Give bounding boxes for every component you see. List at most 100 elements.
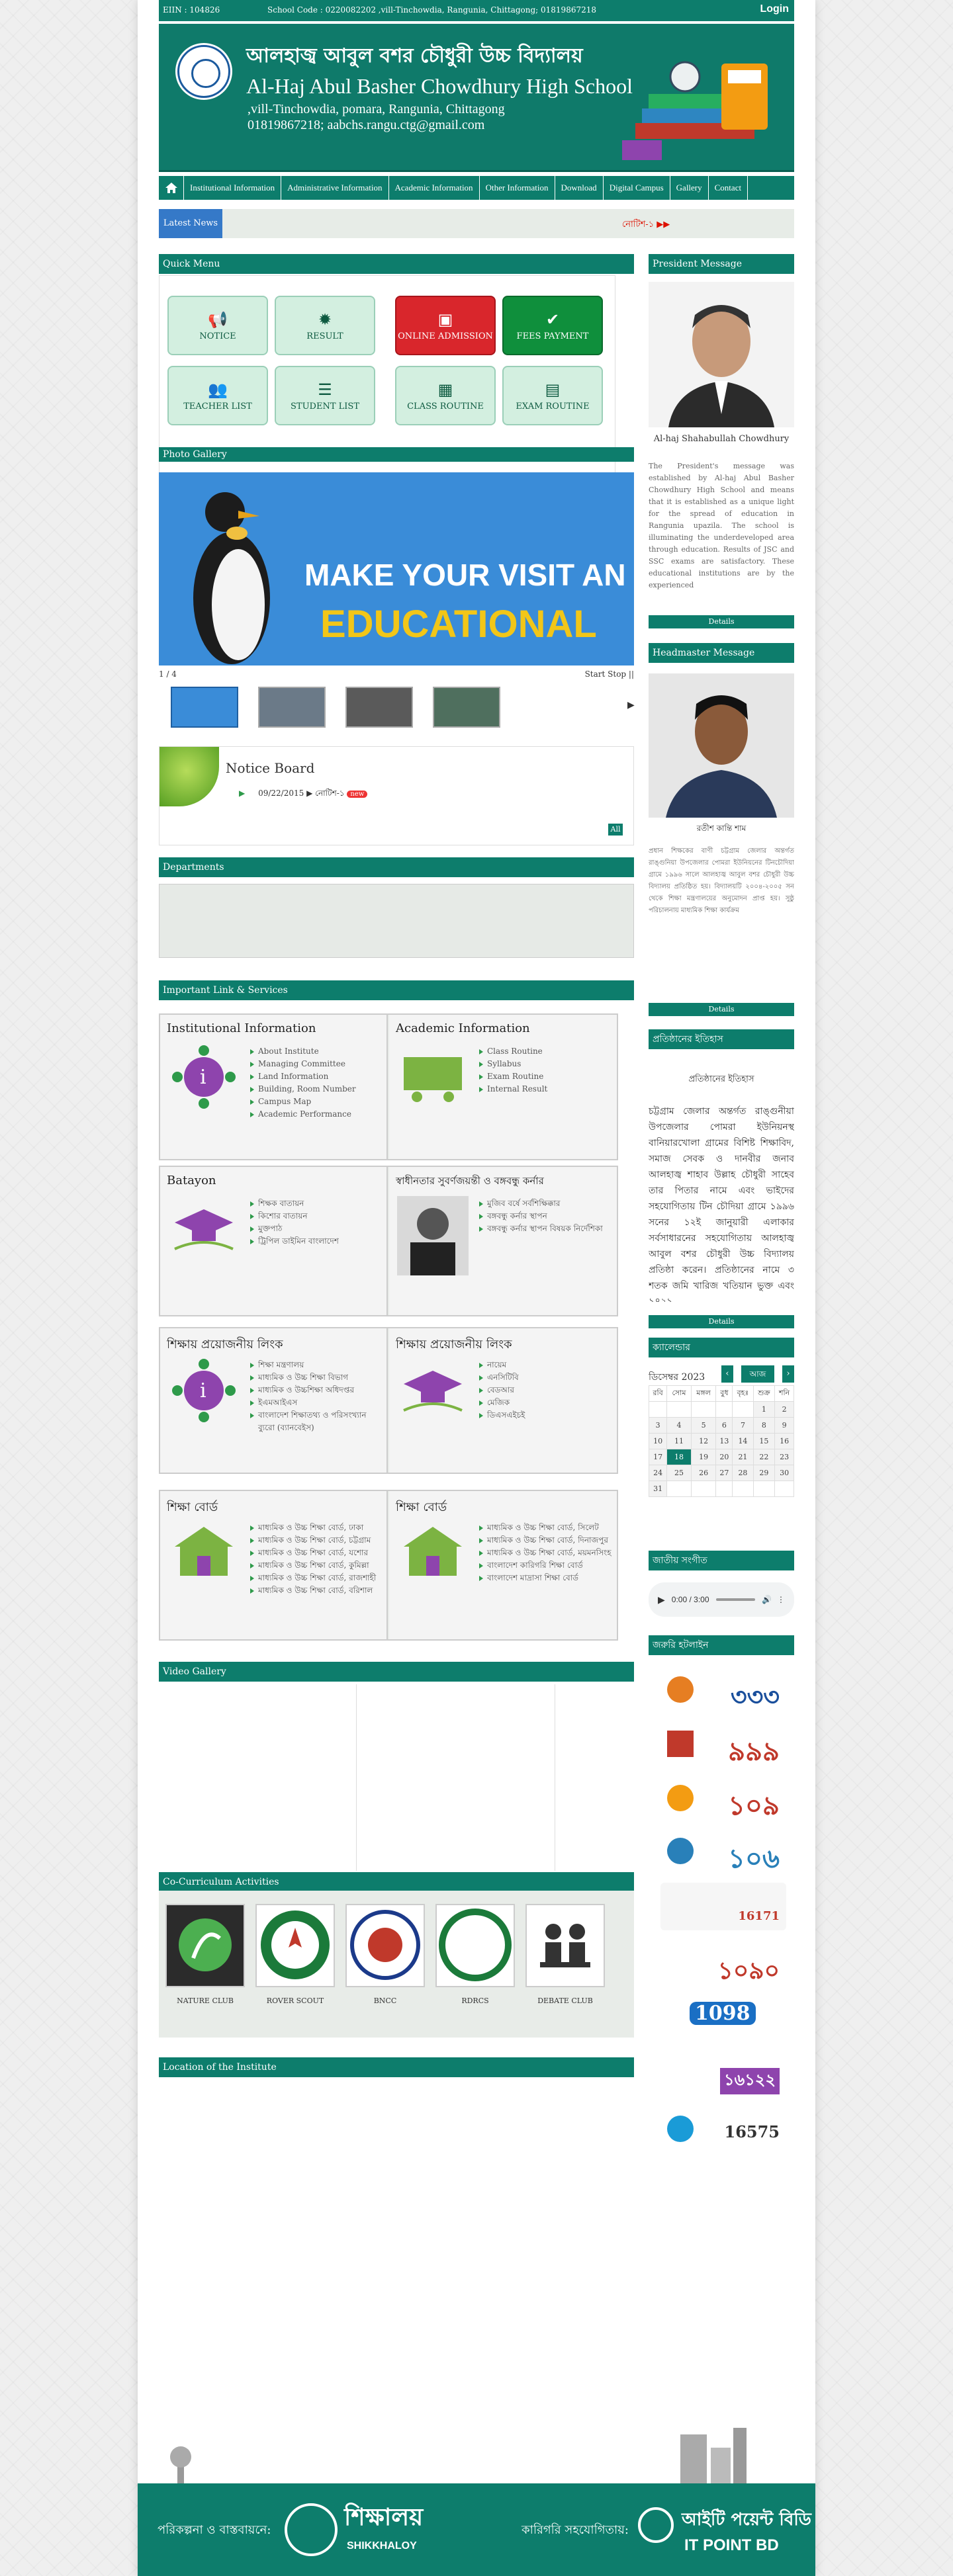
link-item[interactable]: বাংলাদেশ কারিগরি শিক্ষা বোর্ড [479,1559,612,1572]
calendar-day[interactable]: 6 [715,1417,733,1434]
calendar-day[interactable]: 18 [666,1449,692,1465]
hotline-16575[interactable]: 16575 [660,2102,786,2150]
gallery-thumb[interactable] [171,687,238,728]
rover-scout-logo[interactable] [255,1904,335,1987]
president-details-button[interactable]: Details [649,615,794,628]
calendar-day[interactable]: 30 [774,1465,794,1481]
calendar-day[interactable]: 24 [648,1465,668,1481]
link-item[interactable]: Syllabus [479,1058,547,1070]
calendar-day[interactable]: 22 [752,1449,776,1465]
link-item[interactable]: Class Routine [479,1045,547,1058]
news-ticker-item[interactable]: নোটিশ-১ ▶▶ [622,218,670,232]
link-item[interactable]: Land Information [250,1070,356,1083]
debate-club-logo[interactable] [525,1904,605,1987]
shikkhaloy-brand[interactable]: শিক্ষালয় [344,2499,423,2539]
calendar-day[interactable]: 31 [648,1481,668,1497]
link-item[interactable]: মাধ্যমিক ও উচ্চ শিক্ষা বোর্ড, সিলেট [479,1522,612,1534]
link-item[interactable]: বাংলাদেশ শিক্ষাতথ্য ও পরিসংখ্যান ব্যুরো … [250,1409,383,1434]
link-item[interactable]: বেডআর [479,1384,525,1396]
itpoint-brand[interactable]: আইটি পয়েন্ট বিডি [682,2506,811,2535]
link-item[interactable]: বঙ্গবন্ধু কর্নার স্থাপন [479,1210,603,1223]
play-icon[interactable]: ▶ [658,1594,665,1606]
hotline-109[interactable]: ১০৯ [660,1776,786,1823]
link-item[interactable]: Exam Routine [479,1070,547,1083]
link-item[interactable]: মাধ্যমিক ও উচ্চ শিক্ষা বোর্ড, রাজশাহী [250,1572,383,1584]
fees-payment-button[interactable]: ✔ FEES PAYMENT [502,296,603,355]
link-item[interactable]: Internal Result [479,1083,547,1095]
hotline-333[interactable]: ৩৩৩ [660,1667,786,1715]
shikkhaloy-logo-icon[interactable] [285,2503,338,2556]
link-item[interactable]: বাংলাদেশ মাদ্রাসা শিক্ষা বোর্ড [479,1572,612,1584]
calendar-day[interactable]: 11 [666,1433,692,1449]
link-item[interactable]: ডিএসএইচই [479,1409,525,1422]
notice-item[interactable]: ▶ 09/22/2015 ▶ নোটিশ-১ new [239,788,368,801]
home-icon[interactable] [159,176,184,200]
result-button[interactable]: ✹ RESULT [275,296,375,355]
gallery-slide[interactable]: MAKE YOUR VISIT AN EDUCATIONAL [159,472,634,665]
link-item[interactable]: About Institute [250,1045,356,1058]
link-item[interactable]: Academic Performance [250,1108,356,1121]
calendar-day[interactable]: 7 [732,1417,754,1434]
start-stop-button[interactable]: Start Stop || [585,669,634,679]
link-item[interactable]: মাধ্যমিক ও উচ্চ শিক্ষা বোর্ড, ময়মনসিংহ [479,1547,612,1559]
history-details-button[interactable]: Details [649,1315,794,1328]
calendar-day[interactable]: 20 [715,1449,733,1465]
hotline-1090[interactable]: ১০৯০ [660,1937,786,1985]
nav-download[interactable]: Download [555,176,604,200]
calendar-day[interactable]: 25 [666,1465,692,1481]
link-item[interactable]: শিক্ষক বাতায়ন [250,1197,339,1210]
link-item[interactable]: বঙ্গবন্ধু কর্নার স্থাপন বিষয়ক নির্দেশিক… [479,1223,603,1235]
student-list-button[interactable]: ☰ STUDENT LIST [275,366,375,425]
link-item[interactable]: Managing Committee [250,1058,356,1070]
calendar-day[interactable]: 2 [774,1401,794,1418]
link-item[interactable]: মাধ্যমিক ও উচ্চ শিক্ষা বিভাগ [250,1371,383,1384]
prev-month-button[interactable]: ‹ [721,1365,733,1383]
calendar-day[interactable]: 12 [690,1433,717,1449]
hotline-16122[interactable]: ১৬১২২ [660,2048,786,2096]
nav-administrative[interactable]: Administrative Information [281,176,389,200]
today-button[interactable]: আজ [741,1365,774,1383]
link-item[interactable]: মাধ্যমিক ও উচ্চ শিক্ষা বোর্ড, কুমিল্লা [250,1559,383,1572]
calendar-day[interactable]: 16 [774,1433,794,1449]
link-item[interactable]: ইএমআইএস [250,1396,383,1409]
all-notices-button[interactable]: All [608,824,623,836]
rdrcs-logo[interactable] [435,1904,515,1987]
link-item[interactable]: মাধ্যমিক ও উচ্চ শিক্ষা বোর্ড, ঢাকা [250,1522,383,1534]
link-item[interactable]: মেজিক [479,1396,525,1409]
link-item[interactable]: শিক্ষা মন্ত্রণালয় [250,1359,383,1371]
hotline-106[interactable]: ১০৬ [660,1828,786,1876]
nav-contact[interactable]: Contact [709,176,749,200]
nav-digital-campus[interactable]: Digital Campus [604,176,670,200]
hotline-1098[interactable]: 1098 [660,1991,786,2039]
calendar-day[interactable]: 21 [732,1449,754,1465]
link-item[interactable]: মাধ্যমিক ও উচ্চ শিক্ষা বোর্ড, যশোর [250,1547,383,1559]
link-item[interactable]: Campus Map [250,1095,356,1108]
link-item[interactable]: Building, Room Number [250,1083,356,1095]
calendar-day[interactable]: 10 [648,1433,668,1449]
link-item[interactable]: মুজিব বর্ষে সর্বশিক্ষিক্কার [479,1197,603,1210]
notice-button[interactable]: 📢 NOTICE [167,296,268,355]
calendar-day[interactable]: 9 [774,1417,794,1434]
volume-icon[interactable]: 🔊 [762,1595,772,1604]
hotline-16171[interactable]: 16171 [660,1883,786,1930]
next-arrow-icon[interactable]: ▶ [627,700,635,710]
link-item[interactable]: মাধ্যমিক ও উচ্চ শিক্ষা বোর্ড, বরিশাল [250,1584,383,1597]
link-item[interactable]: ট্রিপিল ডাইমিন বাংলাদেশ [250,1235,339,1248]
link-item[interactable]: মাধ্যমিক ও উচ্চ শিক্ষা বোর্ড, দিনাজপুর [479,1534,612,1547]
calendar-day[interactable]: 29 [752,1465,776,1481]
itpoint-logo-icon[interactable] [638,2507,674,2543]
teacher-list-button[interactable]: 👥 TEACHER LIST [167,366,268,425]
nature-club-logo[interactable] [165,1904,245,1987]
calendar-day[interactable]: 27 [715,1465,733,1481]
calendar-day[interactable]: 19 [690,1449,717,1465]
audio-progress[interactable] [715,1598,756,1601]
exam-routine-button[interactable]: ▤ EXAM ROUTINE [502,366,603,425]
calendar-day[interactable]: 3 [648,1417,668,1434]
calendar-day[interactable]: 8 [752,1417,776,1434]
link-item[interactable]: মুক্তপাঠ [250,1223,339,1235]
calendar-day[interactable]: 15 [752,1433,776,1449]
headmaster-details-button[interactable]: Details [649,1003,794,1016]
calendar-day[interactable]: 14 [732,1433,754,1449]
nav-academic[interactable]: Academic Information [389,176,480,200]
nav-gallery[interactable]: Gallery [670,176,709,200]
